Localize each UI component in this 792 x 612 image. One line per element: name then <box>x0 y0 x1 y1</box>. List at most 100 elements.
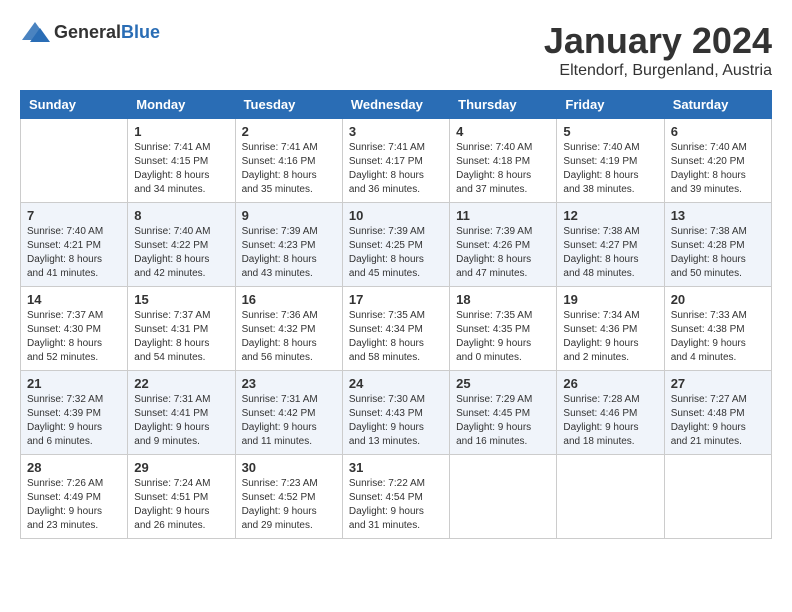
header-day-monday: Monday <box>128 91 235 119</box>
calendar-cell: 29Sunrise: 7:24 AM Sunset: 4:51 PM Dayli… <box>128 455 235 539</box>
header-day-tuesday: Tuesday <box>235 91 342 119</box>
day-number: 10 <box>349 208 443 223</box>
calendar-cell: 3Sunrise: 7:41 AM Sunset: 4:17 PM Daylig… <box>342 119 449 203</box>
day-info: Sunrise: 7:35 AM Sunset: 4:35 PM Dayligh… <box>456 309 550 365</box>
day-number: 16 <box>242 292 336 307</box>
day-info: Sunrise: 7:41 AM Sunset: 4:16 PM Dayligh… <box>242 141 336 197</box>
calendar-cell: 28Sunrise: 7:26 AM Sunset: 4:49 PM Dayli… <box>21 455 128 539</box>
calendar-cell <box>21 119 128 203</box>
day-info: Sunrise: 7:31 AM Sunset: 4:42 PM Dayligh… <box>242 393 336 449</box>
day-number: 28 <box>27 460 121 475</box>
week-row-3: 21 Sunrise: 7:32 AM Sunset: 4:39 PM Dayli… <box>21 371 772 455</box>
day-number: 12 <box>563 208 657 223</box>
day-info: Sunrise: 7:23 AM Sunset: 4:52 PM Dayligh… <box>242 477 336 533</box>
logo-icon <box>20 20 50 44</box>
calendar-cell: 21 Sunrise: 7:32 AM Sunset: 4:39 PM Dayli… <box>21 371 128 455</box>
day-number: 13 <box>671 208 765 223</box>
day-number: 2 <box>242 124 336 139</box>
header-day-saturday: Saturday <box>664 91 771 119</box>
calendar-cell: 15 Sunrise: 7:37 AM Sunset: 4:31 PM Dayli… <box>128 287 235 371</box>
day-number: 7 <box>27 208 121 223</box>
day-number: 15 <box>134 292 228 307</box>
location-title: Eltendorf, Burgenland, Austria <box>544 62 772 80</box>
day-number: 5 <box>563 124 657 139</box>
calendar-cell: 14Sunrise: 7:37 AM Sunset: 4:30 PM Dayli… <box>21 287 128 371</box>
header-day-friday: Friday <box>557 91 664 119</box>
week-row-2: 14Sunrise: 7:37 AM Sunset: 4:30 PM Dayli… <box>21 287 772 371</box>
calendar-cell: 11Sunrise: 7:39 AM Sunset: 4:26 PM Dayli… <box>450 203 557 287</box>
day-info: Sunrise: 7:36 AM Sunset: 4:32 PM Dayligh… <box>242 309 336 365</box>
day-info: Sunrise: 7:40 AM Sunset: 4:20 PM Dayligh… <box>671 141 765 197</box>
calendar-cell: 30 Sunrise: 7:23 AM Sunset: 4:52 PM Dayli… <box>235 455 342 539</box>
day-number: 23 <box>242 376 336 391</box>
day-info: Sunrise: 7:39 AM Sunset: 4:23 PM Dayligh… <box>242 225 336 281</box>
calendar-cell: 19 Sunrise: 7:34 AM Sunset: 4:36 PM Dayli… <box>557 287 664 371</box>
day-info: Sunrise: 7:30 AM Sunset: 4:43 PM Dayligh… <box>349 393 443 449</box>
day-info: Sunrise: 7:29 AM Sunset: 4:45 PM Dayligh… <box>456 393 550 449</box>
day-number: 30 <box>242 460 336 475</box>
calendar-cell: 16 Sunrise: 7:36 AM Sunset: 4:32 PM Dayli… <box>235 287 342 371</box>
day-info: Sunrise: 7:40 AM Sunset: 4:18 PM Dayligh… <box>456 141 550 197</box>
day-info: Sunrise: 7:32 AM Sunset: 4:39 PM Dayligh… <box>27 393 121 449</box>
calendar-cell: 17 Sunrise: 7:35 AM Sunset: 4:34 PM Dayli… <box>342 287 449 371</box>
day-number: 27 <box>671 376 765 391</box>
day-info: Sunrise: 7:40 AM Sunset: 4:21 PM Dayligh… <box>27 225 121 281</box>
day-number: 26 <box>563 376 657 391</box>
day-number: 31 <box>349 460 443 475</box>
calendar-cell: 7 Sunrise: 7:40 AM Sunset: 4:21 PM Daylig… <box>21 203 128 287</box>
calendar-cell: 2 Sunrise: 7:41 AM Sunset: 4:16 PM Daylig… <box>235 119 342 203</box>
header: GeneralBlue January 2024 Eltendorf, Burg… <box>20 20 772 80</box>
day-number: 22 <box>134 376 228 391</box>
day-number: 4 <box>456 124 550 139</box>
calendar-cell: 8Sunrise: 7:40 AM Sunset: 4:22 PM Daylig… <box>128 203 235 287</box>
day-info: Sunrise: 7:24 AM Sunset: 4:51 PM Dayligh… <box>134 477 228 533</box>
day-info: Sunrise: 7:28 AM Sunset: 4:46 PM Dayligh… <box>563 393 657 449</box>
day-info: Sunrise: 7:34 AM Sunset: 4:36 PM Dayligh… <box>563 309 657 365</box>
calendar-cell: 1Sunrise: 7:41 AM Sunset: 4:15 PM Daylig… <box>128 119 235 203</box>
calendar-cell: 27 Sunrise: 7:27 AM Sunset: 4:48 PM Dayli… <box>664 371 771 455</box>
logo-text: GeneralBlue <box>54 22 160 43</box>
day-number: 6 <box>671 124 765 139</box>
day-info: Sunrise: 7:35 AM Sunset: 4:34 PM Dayligh… <box>349 309 443 365</box>
day-number: 1 <box>134 124 228 139</box>
day-info: Sunrise: 7:41 AM Sunset: 4:17 PM Dayligh… <box>349 141 443 197</box>
calendar-body: 1Sunrise: 7:41 AM Sunset: 4:15 PM Daylig… <box>21 119 772 539</box>
day-info: Sunrise: 7:40 AM Sunset: 4:22 PM Dayligh… <box>134 225 228 281</box>
calendar-cell: 31 Sunrise: 7:22 AM Sunset: 4:54 PM Dayli… <box>342 455 449 539</box>
day-number: 9 <box>242 208 336 223</box>
calendar-cell: 10 Sunrise: 7:39 AM Sunset: 4:25 PM Dayli… <box>342 203 449 287</box>
calendar-cell: 20Sunrise: 7:33 AM Sunset: 4:38 PM Dayli… <box>664 287 771 371</box>
day-info: Sunrise: 7:27 AM Sunset: 4:48 PM Dayligh… <box>671 393 765 449</box>
day-info: Sunrise: 7:38 AM Sunset: 4:28 PM Dayligh… <box>671 225 765 281</box>
calendar-header-row: SundayMondayTuesdayWednesdayThursdayFrid… <box>21 91 772 119</box>
calendar-cell <box>450 455 557 539</box>
day-number: 24 <box>349 376 443 391</box>
day-info: Sunrise: 7:22 AM Sunset: 4:54 PM Dayligh… <box>349 477 443 533</box>
calendar-cell <box>557 455 664 539</box>
day-number: 21 <box>27 376 121 391</box>
day-info: Sunrise: 7:39 AM Sunset: 4:25 PM Dayligh… <box>349 225 443 281</box>
logo: GeneralBlue <box>20 20 160 44</box>
calendar-cell: 22Sunrise: 7:31 AM Sunset: 4:41 PM Dayli… <box>128 371 235 455</box>
calendar-cell: 26 Sunrise: 7:28 AM Sunset: 4:46 PM Dayli… <box>557 371 664 455</box>
day-number: 19 <box>563 292 657 307</box>
calendar-cell: 12Sunrise: 7:38 AM Sunset: 4:27 PM Dayli… <box>557 203 664 287</box>
calendar-cell: 5 Sunrise: 7:40 AM Sunset: 4:19 PM Daylig… <box>557 119 664 203</box>
day-info: Sunrise: 7:39 AM Sunset: 4:26 PM Dayligh… <box>456 225 550 281</box>
day-number: 17 <box>349 292 443 307</box>
calendar-cell: 9 Sunrise: 7:39 AM Sunset: 4:23 PM Daylig… <box>235 203 342 287</box>
week-row-0: 1Sunrise: 7:41 AM Sunset: 4:15 PM Daylig… <box>21 119 772 203</box>
calendar-table: SundayMondayTuesdayWednesdayThursdayFrid… <box>20 90 772 539</box>
calendar-cell: 13 Sunrise: 7:38 AM Sunset: 4:28 PM Dayli… <box>664 203 771 287</box>
day-number: 25 <box>456 376 550 391</box>
day-info: Sunrise: 7:40 AM Sunset: 4:19 PM Dayligh… <box>563 141 657 197</box>
day-info: Sunrise: 7:33 AM Sunset: 4:38 PM Dayligh… <box>671 309 765 365</box>
header-day-wednesday: Wednesday <box>342 91 449 119</box>
calendar-cell: 6 Sunrise: 7:40 AM Sunset: 4:20 PM Daylig… <box>664 119 771 203</box>
header-day-sunday: Sunday <box>21 91 128 119</box>
day-info: Sunrise: 7:37 AM Sunset: 4:31 PM Dayligh… <box>134 309 228 365</box>
calendar-cell <box>664 455 771 539</box>
logo-blue: Blue <box>121 22 160 42</box>
calendar-cell: 18Sunrise: 7:35 AM Sunset: 4:35 PM Dayli… <box>450 287 557 371</box>
calendar-cell: 4 Sunrise: 7:40 AM Sunset: 4:18 PM Daylig… <box>450 119 557 203</box>
